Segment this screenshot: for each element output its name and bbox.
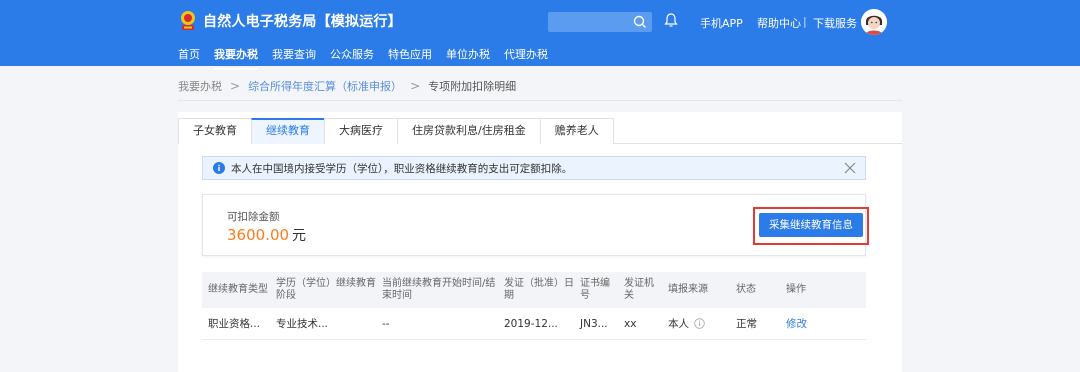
table-cell: -- [382,317,390,330]
notice-text: 本人在中国境内接受学历（学位），职业资格继续教育的支出可定额扣除。 [231,162,573,175]
column-header: 操作 [786,284,806,295]
source-text: 本人 [668,317,689,330]
collect-continuing-education-button[interactable]: 采集继续教育信息 [759,213,863,237]
topnav-separator: | [803,15,807,28]
column-header: 继续教育类型 [208,284,268,295]
search-input[interactable] [548,12,652,32]
table-row[interactable]: 职业资格... 专业技术... -- 2019-12... JN3... xx … [202,308,866,340]
column-header: 当前继续教育开始时间/结束时间 [382,278,496,301]
tab-children-education[interactable]: 子女教育 [178,118,252,144]
table-cell: JN3... [580,317,608,330]
breadcrumb-divider [178,100,902,101]
table-cell: xx [624,317,637,330]
amount-unit: 元 [292,228,307,244]
download-link[interactable]: 下载服务 [813,15,857,31]
menu-unit-tax[interactable]: 单位办税 [446,46,490,66]
notice-bar: 本人在中国境内接受学历（学位），职业资格继续教育的支出可定额扣除。 [202,156,866,180]
main-menu: 首页 我要办税 我要查询 公众服务 特色应用 单位办税 代理办税 [178,46,562,70]
bell-icon[interactable] [664,12,678,28]
tab-serious-illness[interactable]: 大病医疗 [324,118,398,144]
amount-value: 3600.00 [227,226,290,244]
edit-link[interactable]: 修改 [786,318,807,330]
deduction-tabs: 子女教育 继续教育 大病医疗 住房贷款利息/住房租金 赡养老人 [178,118,902,144]
column-header: 填报来源 [668,284,708,295]
help-center-link[interactable]: 帮助中心 [757,15,801,31]
tab-elderly-support[interactable]: 赡养老人 [539,118,614,144]
education-table: 继续教育类型 学历（学位）继续教育阶段 当前继续教育开始时间/结束时间 发证（批… [202,272,866,340]
tab-housing[interactable]: 住房贷款利息/住房租金 [397,118,541,144]
main-panel: 子女教育 继续教育 大病医疗 住房贷款利息/住房租金 赡养老人 本人在中国境内接… [178,112,902,372]
table-cell: 正常 [736,317,757,330]
breadcrumb-item-annual-settlement[interactable]: 综合所得年度汇算（标准申报） [248,78,402,94]
amount-value-line: 3600.00 元 [227,225,306,245]
menu-features[interactable]: 特色应用 [388,46,432,66]
column-header: 发证机关 [624,278,654,301]
amount-card: 可扣除金额 3600.00 元 采集继续教育信息 [202,194,869,256]
avatar[interactable] [861,9,887,35]
column-header: 发证（批准）日期 [504,278,574,301]
info-icon [213,162,225,174]
table-cell: 2019-12... [504,317,558,330]
source-cell: 本人 [662,318,730,330]
menu-tax-handling[interactable]: 我要办税 [214,46,258,70]
table-cell: 专业技术... [276,317,329,330]
breadcrumb-item-current: 专项附加扣除明细 [428,80,517,93]
breadcrumb-item-tax[interactable]: 我要办税 [178,78,222,94]
column-header: 证书编号 [580,278,610,301]
close-icon[interactable] [843,161,857,175]
menu-home[interactable]: 首页 [178,46,200,66]
column-header: 状态 [736,284,756,295]
breadcrumb-separator: > [230,79,241,93]
brand[interactable]: 自然人电子税务局【模拟运行】 [178,10,402,32]
table-header: 继续教育类型 学历（学位）继续教育阶段 当前继续教育开始时间/结束时间 发证（批… [202,272,866,308]
amount-label: 可扣除金额 [227,211,280,223]
breadcrumb-separator: > [410,79,421,93]
mobile-app-link[interactable]: 手机APP [700,15,743,31]
edit-cell: 修改 [780,318,866,330]
user-avatar-icon [861,9,887,35]
menu-agent-tax[interactable]: 代理办税 [504,46,548,66]
help-circle-icon[interactable] [694,317,706,329]
app-title: 自然人电子税务局【模拟运行】 [203,14,402,30]
tax-emblem-icon [181,11,195,30]
search-icon[interactable] [632,14,648,30]
top-header: 自然人电子税务局【模拟运行】 手机APP 帮助中心 | 下载服务 首页 我要办税… [0,0,1080,70]
menu-public-service[interactable]: 公众服务 [330,46,374,66]
breadcrumb: 我要办税 > 综合所得年度汇算（标准申报） > 专项附加扣除明细 [178,78,516,94]
tab-continuing-education[interactable]: 继续教育 [251,118,325,144]
column-header: 学历（学位）继续教育阶段 [276,278,376,301]
table-cell: 职业资格... [208,317,261,330]
menu-query[interactable]: 我要查询 [272,46,316,66]
